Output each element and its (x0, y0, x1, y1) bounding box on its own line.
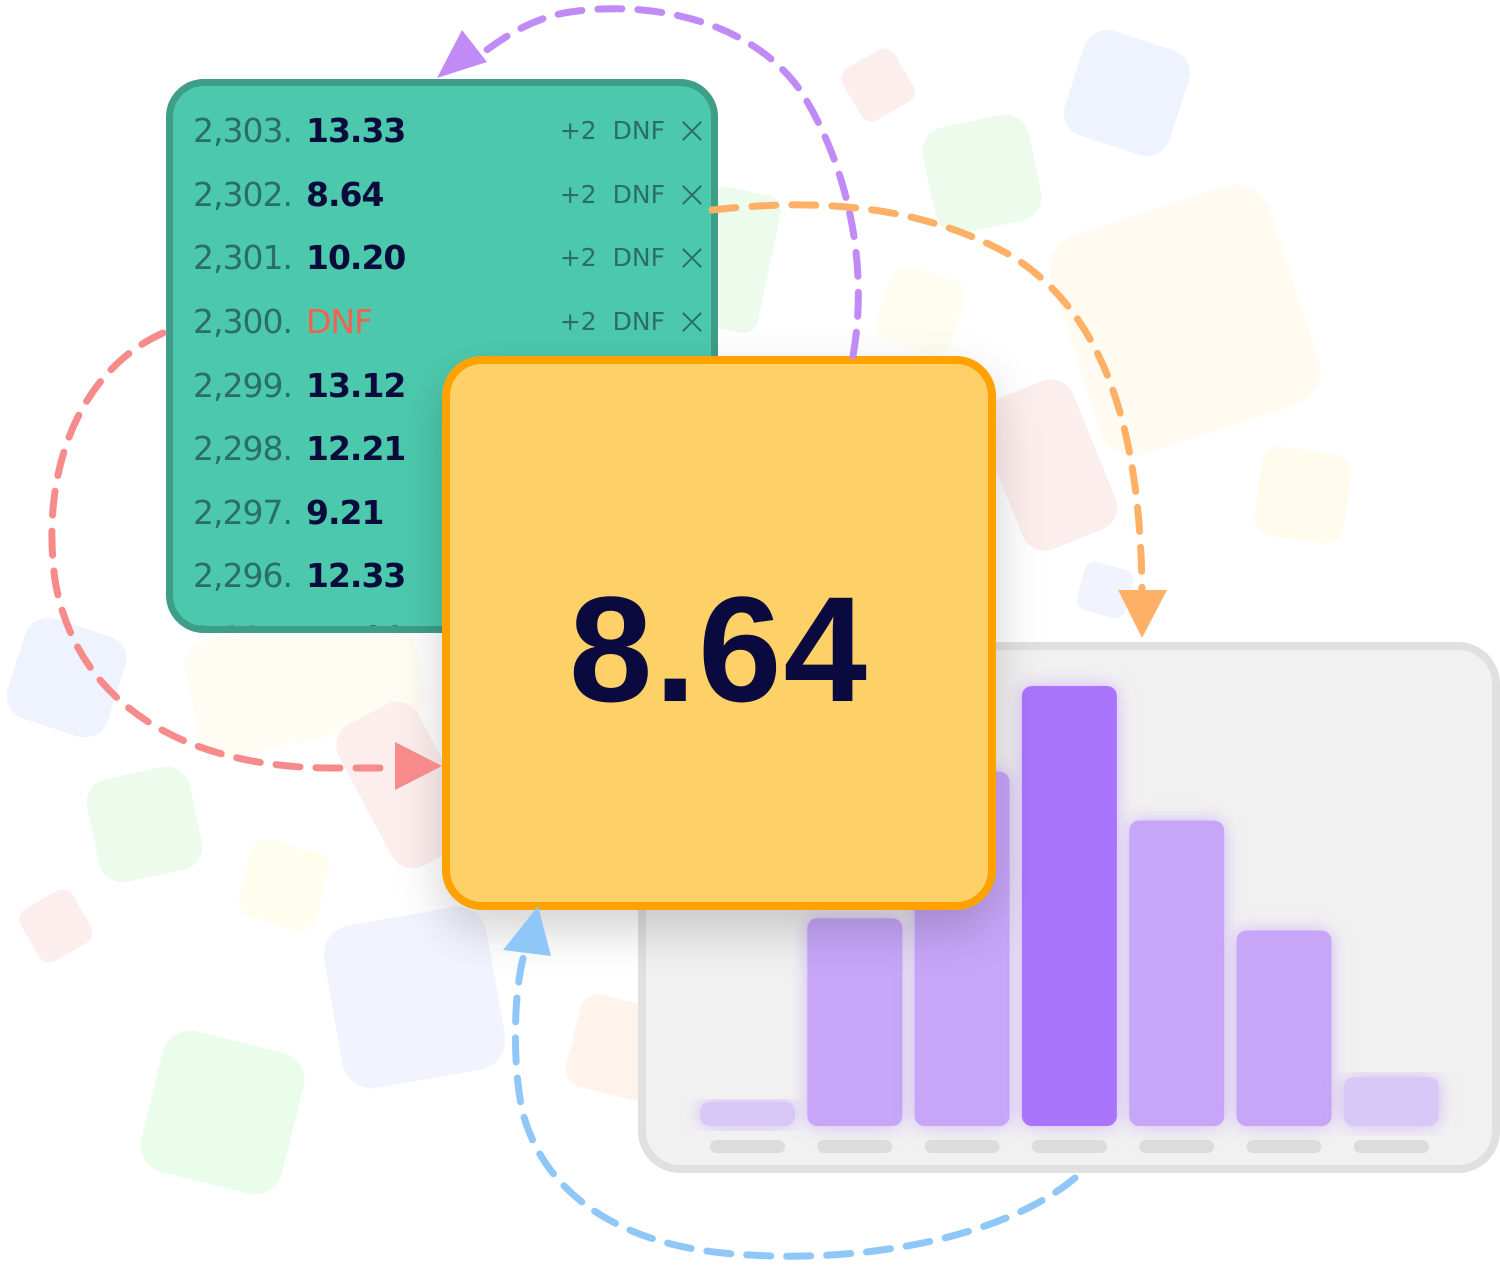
red-dashed-connector (48, 329, 399, 772)
connector-arrows (48, 5, 1167, 1260)
purple-dashed-connector (476, 5, 862, 360)
blue-arrowhead-icon (503, 906, 551, 956)
purple-arrowhead-icon (437, 30, 487, 78)
orange-arrowhead-icon (1118, 590, 1167, 638)
orange-dashed-connector (708, 201, 1146, 594)
blue-dashed-connector (511, 951, 1079, 1260)
red-arrowhead-icon (395, 742, 442, 790)
diagram-stage: 2,303. 13.33 +2 DNF 2,302. 8.64 +2 DNF 2… (0, 0, 1500, 1266)
